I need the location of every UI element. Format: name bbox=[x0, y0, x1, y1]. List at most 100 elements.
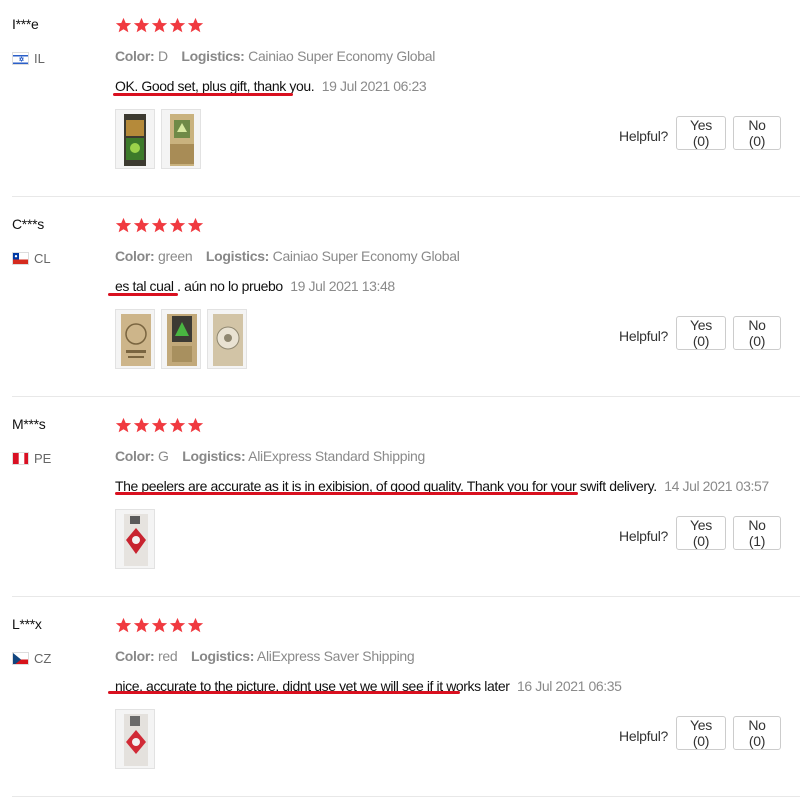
star-rating bbox=[115, 17, 204, 34]
helpful-label: Helpful? bbox=[619, 128, 668, 144]
helpful-yes-button[interactable]: Yes (0) bbox=[676, 516, 726, 550]
star-icon bbox=[169, 217, 186, 233]
helpful-label: Helpful? bbox=[619, 528, 668, 544]
star-icon bbox=[133, 217, 150, 233]
review-photos bbox=[115, 309, 247, 369]
reviewer-country: IL bbox=[12, 51, 45, 66]
star-icon bbox=[151, 417, 168, 433]
color-value: green bbox=[158, 248, 193, 264]
star-icon bbox=[115, 417, 132, 433]
czechia-flag-icon bbox=[12, 652, 29, 665]
review-text: es tal cual . aún no lo pruebo bbox=[115, 278, 283, 294]
review-photo[interactable] bbox=[207, 309, 247, 369]
country-code: CZ bbox=[34, 651, 52, 666]
reviewer-country: CZ bbox=[12, 651, 51, 666]
highlight-underline bbox=[108, 293, 178, 296]
star-icon bbox=[169, 617, 186, 633]
logistics-label: Logistics: bbox=[182, 448, 246, 464]
review-photos bbox=[115, 509, 155, 569]
review-text: OK. Good set, plus gift, thank you. bbox=[115, 78, 315, 94]
logistics-value: Cainiao Super Economy Global bbox=[248, 48, 436, 64]
reviewer-name: L***x bbox=[12, 616, 42, 632]
review-meta: Color: G Logistics: AliExpress Standard … bbox=[115, 448, 425, 464]
color-label: Color: bbox=[115, 648, 155, 664]
review-meta: Color: D Logistics: Cainiao Super Econom… bbox=[115, 48, 435, 64]
highlight-underline bbox=[115, 492, 578, 495]
divider bbox=[12, 596, 800, 597]
star-icon bbox=[187, 617, 204, 633]
star-rating bbox=[115, 417, 204, 434]
helpful-yes-button[interactable]: Yes (0) bbox=[676, 716, 726, 750]
peru-flag-icon bbox=[12, 452, 29, 465]
color-label: Color: bbox=[115, 448, 155, 464]
review-meta: Color: green Logistics: Cainiao Super Ec… bbox=[115, 248, 460, 264]
color-value: D bbox=[158, 48, 168, 64]
logistics-value: AliExpress Standard Shipping bbox=[248, 448, 425, 464]
logistics-label: Logistics: bbox=[181, 48, 245, 64]
review-date: 14 Jul 2021 03:57 bbox=[664, 478, 769, 494]
reviewer-name: C***s bbox=[12, 216, 44, 232]
color-label: Color: bbox=[115, 248, 155, 264]
review-photo[interactable] bbox=[115, 309, 155, 369]
star-icon bbox=[187, 217, 204, 233]
review-item: I***e IL Color: D Logistics: Cainiao Sup… bbox=[0, 0, 800, 200]
helpful-no-button[interactable]: No (1) bbox=[733, 516, 781, 550]
helpful-no-button[interactable]: No (0) bbox=[733, 716, 781, 750]
logistics-label: Logistics: bbox=[190, 648, 255, 664]
review-photo[interactable] bbox=[115, 509, 155, 569]
review-text-line: OK. Good set, plus gift, thank you. 19 J… bbox=[115, 78, 427, 94]
helpful-no-button[interactable]: No (0) bbox=[733, 316, 781, 350]
logistics-label: Logistics: bbox=[205, 248, 270, 264]
chile-flag-icon bbox=[12, 252, 29, 265]
star-icon bbox=[187, 417, 204, 433]
divider bbox=[12, 796, 800, 797]
review-photo[interactable] bbox=[161, 109, 201, 169]
highlight-underline bbox=[108, 691, 460, 694]
star-icon bbox=[115, 17, 132, 33]
star-icon bbox=[115, 217, 132, 233]
color-value: red bbox=[158, 648, 178, 664]
country-code: CL bbox=[34, 251, 51, 266]
review-text-line: es tal cual . aún no lo pruebo 19 Jul 20… bbox=[115, 278, 395, 294]
review-photo[interactable] bbox=[115, 109, 155, 169]
star-icon bbox=[169, 17, 186, 33]
divider bbox=[12, 196, 800, 197]
star-icon bbox=[151, 217, 168, 233]
logistics-value: AliExpress Saver Shipping bbox=[256, 648, 415, 664]
helpful-label: Helpful? bbox=[619, 728, 668, 744]
color-label: Color: bbox=[115, 48, 155, 64]
highlight-underline bbox=[113, 93, 293, 96]
helpful-label: Helpful? bbox=[619, 328, 668, 344]
helpful-yes-button[interactable]: Yes (0) bbox=[676, 316, 726, 350]
star-icon bbox=[169, 417, 186, 433]
star-rating bbox=[115, 617, 204, 634]
star-rating bbox=[115, 217, 204, 234]
color-value: G bbox=[158, 448, 169, 464]
review-item: L***x CZ Color: red Logistics: AliExpres… bbox=[0, 600, 800, 800]
israel-flag-icon bbox=[12, 52, 29, 65]
review-date: 19 Jul 2021 13:48 bbox=[290, 278, 395, 294]
review-photos bbox=[115, 709, 155, 769]
star-icon bbox=[115, 617, 132, 633]
star-icon bbox=[187, 17, 204, 33]
divider bbox=[12, 396, 800, 397]
review-date: 19 Jul 2021 06:23 bbox=[321, 78, 427, 94]
helpful-yes-button[interactable]: Yes (0) bbox=[676, 116, 726, 150]
star-icon bbox=[151, 17, 168, 33]
helpful-no-button[interactable]: No (0) bbox=[733, 116, 781, 150]
reviewer-country: PE bbox=[12, 451, 51, 466]
reviewer-name: I***e bbox=[12, 16, 39, 32]
star-icon bbox=[133, 17, 150, 33]
review-date: 16 Jul 2021 06:35 bbox=[516, 678, 622, 694]
review-photo[interactable] bbox=[115, 709, 155, 769]
logistics-value: Cainiao Super Economy Global bbox=[272, 248, 460, 264]
review-photos bbox=[115, 109, 201, 169]
country-code: IL bbox=[34, 51, 45, 66]
reviewer-country: CL bbox=[12, 251, 51, 266]
review-item: C***s CL Color: green Logistics: Cainiao… bbox=[0, 200, 800, 400]
star-icon bbox=[133, 617, 150, 633]
review-item: M***s PE Color: G Logistics: AliExpress … bbox=[0, 400, 800, 600]
country-code: PE bbox=[34, 451, 52, 466]
star-icon bbox=[133, 417, 150, 433]
review-photo[interactable] bbox=[161, 309, 201, 369]
